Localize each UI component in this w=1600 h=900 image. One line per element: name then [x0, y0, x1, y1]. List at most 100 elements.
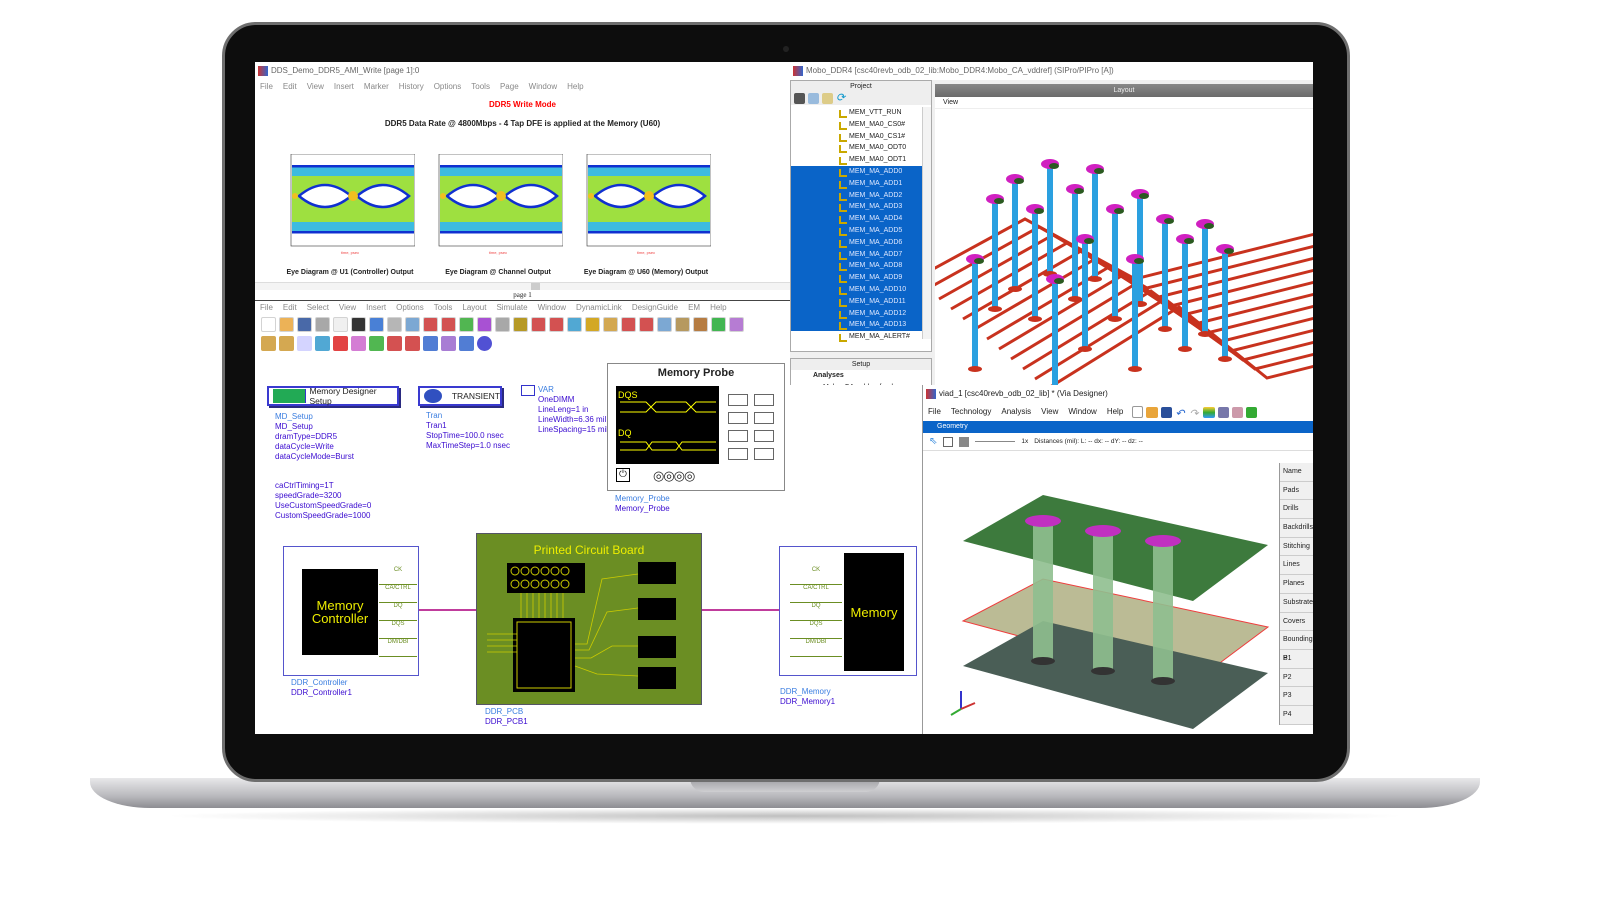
name-icon[interactable]	[549, 317, 564, 332]
pop-up-icon[interactable]	[603, 317, 618, 332]
menu-view[interactable]: View	[307, 82, 324, 91]
help-icon[interactable]	[477, 336, 492, 351]
refresh-icon[interactable]: ⟳	[836, 93, 847, 104]
open-icon[interactable]	[1146, 406, 1159, 418]
delete-icon[interactable]	[351, 317, 366, 332]
net-item[interactable]: MEM_MA_ADD9	[791, 272, 931, 284]
deactivate-short-icon[interactable]	[639, 317, 654, 332]
redo-icon[interactable]: ↷	[1189, 407, 1200, 420]
menu-edit[interactable]: Edit	[283, 82, 297, 91]
net-item[interactable]: MEM_MA_ADD10	[791, 283, 931, 296]
tune-icon[interactable]	[693, 317, 708, 332]
results-icon[interactable]	[1246, 406, 1258, 418]
deactivate-icon[interactable]	[621, 317, 636, 332]
transmission-line-icon[interactable]	[261, 336, 276, 351]
menu-tools[interactable]: Tools	[434, 303, 453, 312]
data-display-icon[interactable]	[729, 317, 744, 332]
net-item[interactable]: MEM_VTT_RUN	[791, 107, 931, 119]
swap-icon[interactable]	[567, 317, 582, 332]
select-icon[interactable]: ⇖	[929, 436, 937, 447]
noise-icon[interactable]	[351, 336, 366, 351]
side-item[interactable]: Substrate	[1280, 593, 1313, 613]
net-item[interactable]: MEM_MA_ADD0	[791, 165, 931, 178]
side-item[interactable]: Backdrills	[1280, 519, 1313, 538]
side-item[interactable]: Drills	[1280, 500, 1313, 520]
var-icon[interactable]	[513, 317, 528, 332]
layout-icon[interactable]	[794, 93, 805, 104]
simulate-icon[interactable]	[1218, 406, 1230, 418]
net-item[interactable]: MEM_MA_ADD2	[791, 189, 931, 202]
setup-tree-item[interactable]: Mobo_CA_vdd_refgnd	[791, 382, 931, 385]
port-icon[interactable]	[477, 317, 492, 332]
net-icon[interactable]	[822, 93, 833, 104]
memory-probe-component[interactable]: Memory Probe DQS DQ ⏻ ◎◎◎◎	[607, 363, 785, 491]
auto-icon[interactable]	[441, 336, 456, 351]
menu-help[interactable]: Help	[567, 82, 583, 91]
box-icon[interactable]	[423, 336, 438, 351]
menu-select[interactable]: Select	[307, 303, 329, 312]
schematic-icon[interactable]	[808, 93, 819, 104]
net-item[interactable]: MEM_MA0_ODT1	[791, 154, 931, 166]
var-label[interactable]: VAR	[538, 385, 554, 395]
pcb-component[interactable]: Printed Circuit Board	[476, 533, 702, 705]
print-icon[interactable]	[315, 317, 330, 332]
pulse-wave-icon[interactable]	[405, 336, 420, 351]
net-item[interactable]: MEM_MA0_CS1#	[791, 131, 931, 143]
zoom-slider[interactable]	[975, 441, 1016, 442]
horizontal-scrollbar[interactable]	[255, 282, 790, 290]
net-item[interactable]: MEM_MA_ADD13	[791, 319, 931, 332]
menu-insert[interactable]: Insert	[366, 303, 386, 312]
net-item[interactable]: MEM_MA_ADD8	[791, 260, 931, 273]
menu-file[interactable]: File	[928, 407, 941, 416]
open-icon[interactable]	[279, 317, 294, 332]
setup-tree-item[interactable]: Analyses	[791, 370, 931, 382]
menu-marker[interactable]: Marker	[364, 82, 389, 91]
layout-3d-view[interactable]	[914, 109, 1313, 385]
coupled-line-icon[interactable]	[279, 336, 294, 351]
menu-simulate[interactable]: Simulate	[496, 303, 527, 312]
wire-icon[interactable]	[531, 317, 546, 332]
menu-window[interactable]: Window	[538, 303, 566, 312]
memory-designer-setup-component[interactable]: Memory Designer Setup	[267, 386, 399, 406]
menu-help[interactable]: Help	[1107, 407, 1123, 416]
side-item[interactable]: Pads	[1280, 481, 1313, 501]
save-icon[interactable]	[297, 317, 312, 332]
menu-edit[interactable]: Edit	[283, 303, 297, 312]
h-param-icon[interactable]	[369, 336, 384, 351]
view-icon[interactable]	[959, 436, 970, 447]
probe-knobs-icon[interactable]: ◎◎◎◎	[653, 468, 695, 484]
menu-layout[interactable]: Layout	[462, 303, 486, 312]
move-pins-icon[interactable]	[657, 317, 672, 332]
optimize-icon[interactable]	[711, 317, 726, 332]
side-item[interactable]: Name	[1280, 463, 1313, 482]
side-item[interactable]: Bounding B	[1280, 631, 1313, 662]
side-item[interactable]: P2	[1280, 668, 1313, 688]
source-icon[interactable]	[333, 336, 348, 351]
menu-insert[interactable]: Insert	[334, 82, 354, 91]
sparam-check-icon[interactable]	[315, 336, 330, 351]
side-item[interactable]: Planes	[1280, 575, 1313, 594]
side-item[interactable]: Stitching	[1280, 537, 1313, 557]
eye-diagram-plot[interactable]: time, psec Eye Diagram @ U60 (Memory) Out…	[581, 153, 712, 284]
side-item[interactable]: Covers	[1280, 612, 1313, 632]
net-item[interactable]: MEM_MA_ADD4	[791, 213, 931, 225]
menu-view[interactable]: View	[935, 97, 1313, 109]
menu-file[interactable]: File	[260, 303, 273, 312]
via-3d-view[interactable]	[923, 451, 1279, 734]
menu-analysis[interactable]: Analysis	[1001, 407, 1031, 416]
side-item[interactable]: Lines	[1280, 556, 1313, 576]
menu-view[interactable]: View	[339, 303, 356, 312]
menu-window[interactable]: Window	[1068, 407, 1096, 416]
stackup-icon[interactable]	[1203, 406, 1216, 418]
net-item[interactable]: MEM_MA_ADD5	[791, 224, 931, 237]
side-item[interactable]: P1	[1280, 649, 1313, 669]
net-item[interactable]: MEM_MA0_CS0#	[791, 119, 931, 131]
net-item[interactable]: MEM_MA_ADD11	[791, 295, 931, 308]
zoom-area-icon[interactable]	[423, 317, 438, 332]
csv-icon[interactable]	[387, 336, 402, 351]
move-icon[interactable]	[405, 317, 420, 332]
zoom-in-icon[interactable]	[441, 317, 456, 332]
undo-icon[interactable]	[369, 317, 384, 332]
ground-icon[interactable]	[495, 317, 510, 332]
side-item[interactable]: P3	[1280, 687, 1313, 706]
